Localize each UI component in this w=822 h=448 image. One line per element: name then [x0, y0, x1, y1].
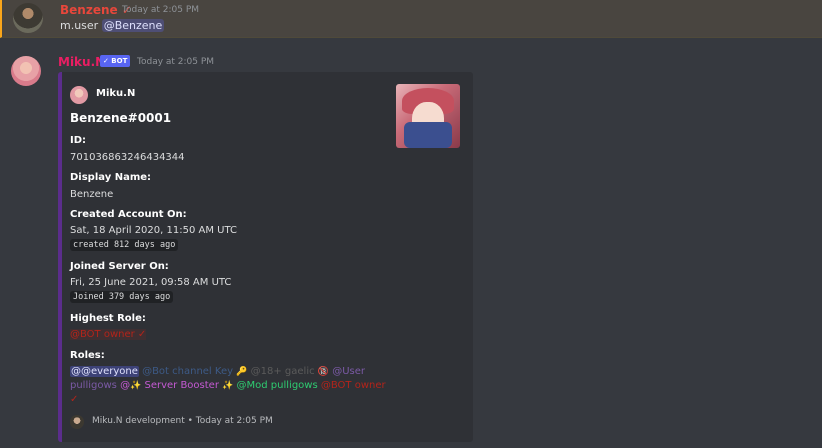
roles-list: @@everyone @Bot channel Key 🔑 @18+ gaeli…: [70, 365, 390, 407]
role-mention[interactable]: pulligows: [70, 380, 117, 391]
field-name: Display Name:: [70, 172, 152, 183]
at-sign: @: [120, 380, 131, 391]
mention-highlight-message: Benzene ✓ Today at 2:05 PM m.user @Benze…: [0, 0, 822, 38]
embed-footer: Miku.N development • Today at 2:05 PM: [92, 416, 273, 426]
field-name: Highest Role:: [70, 313, 146, 324]
timestamp: Today at 2:05 PM: [122, 5, 200, 15]
author-icon: [70, 86, 88, 104]
embed: Miku.N Benzene#0001 ID: 7010368632464343…: [58, 72, 473, 442]
check-icon: ✓: [70, 394, 79, 405]
avatar[interactable]: [13, 3, 43, 33]
field-value: Sat, 18 April 2020, 11:50 AM UTC: [70, 225, 237, 236]
field-value: Fri, 25 June 2021, 09:58 AM UTC: [70, 277, 232, 288]
role-mention[interactable]: @18+ gaelic: [251, 366, 315, 377]
thumbnail-headset: [404, 122, 452, 148]
field-name: Roles:: [70, 350, 105, 361]
user-mention[interactable]: @Benzene: [101, 19, 165, 32]
field-value: Benzene: [70, 189, 114, 200]
footer-icon: [70, 415, 84, 429]
field-value: 701036863246434344: [70, 152, 185, 163]
field-name: Created Account On:: [70, 209, 187, 220]
embed-author: Miku.N: [96, 88, 136, 99]
role-mention[interactable]: @✨ Server Booster ✨: [120, 380, 236, 391]
thumbnail[interactable]: [396, 84, 460, 148]
field-name: ID:: [70, 135, 87, 146]
username[interactable]: Miku.N: [58, 55, 105, 69]
avatar[interactable]: [11, 56, 41, 86]
inline-code: created 812 days ago: [70, 239, 179, 251]
role-label: Server Booster: [144, 380, 219, 391]
role-mention[interactable]: @Bot channel Key: [142, 366, 233, 377]
sparkle-icon: ✨: [222, 381, 234, 391]
bot-badge: ✓ BOT: [100, 55, 131, 67]
role-mention[interactable]: @BOT owner: [321, 380, 386, 391]
role-mention[interactable]: @Mod pulligows: [237, 380, 318, 391]
key-icon: 🔑: [236, 367, 248, 377]
sparkle-icon: ✨: [130, 381, 142, 391]
role-mention[interactable]: @@everyone: [70, 366, 139, 377]
no-under-18-icon: 🔞: [317, 367, 329, 377]
username-text[interactable]: Benzene: [60, 3, 118, 17]
role-mention[interactable]: @User: [332, 366, 365, 377]
embed-title: Benzene#0001: [70, 111, 172, 125]
field-name: Joined Server On:: [70, 261, 169, 272]
timestamp: Today at 2:05 PM: [137, 57, 215, 67]
message-content: m.user @Benzene: [60, 19, 165, 32]
inline-code: Joined 379 days ago: [70, 291, 174, 303]
role-mention[interactable]: @BOT owner ✓: [70, 329, 147, 340]
message-text: m.user: [60, 19, 99, 32]
